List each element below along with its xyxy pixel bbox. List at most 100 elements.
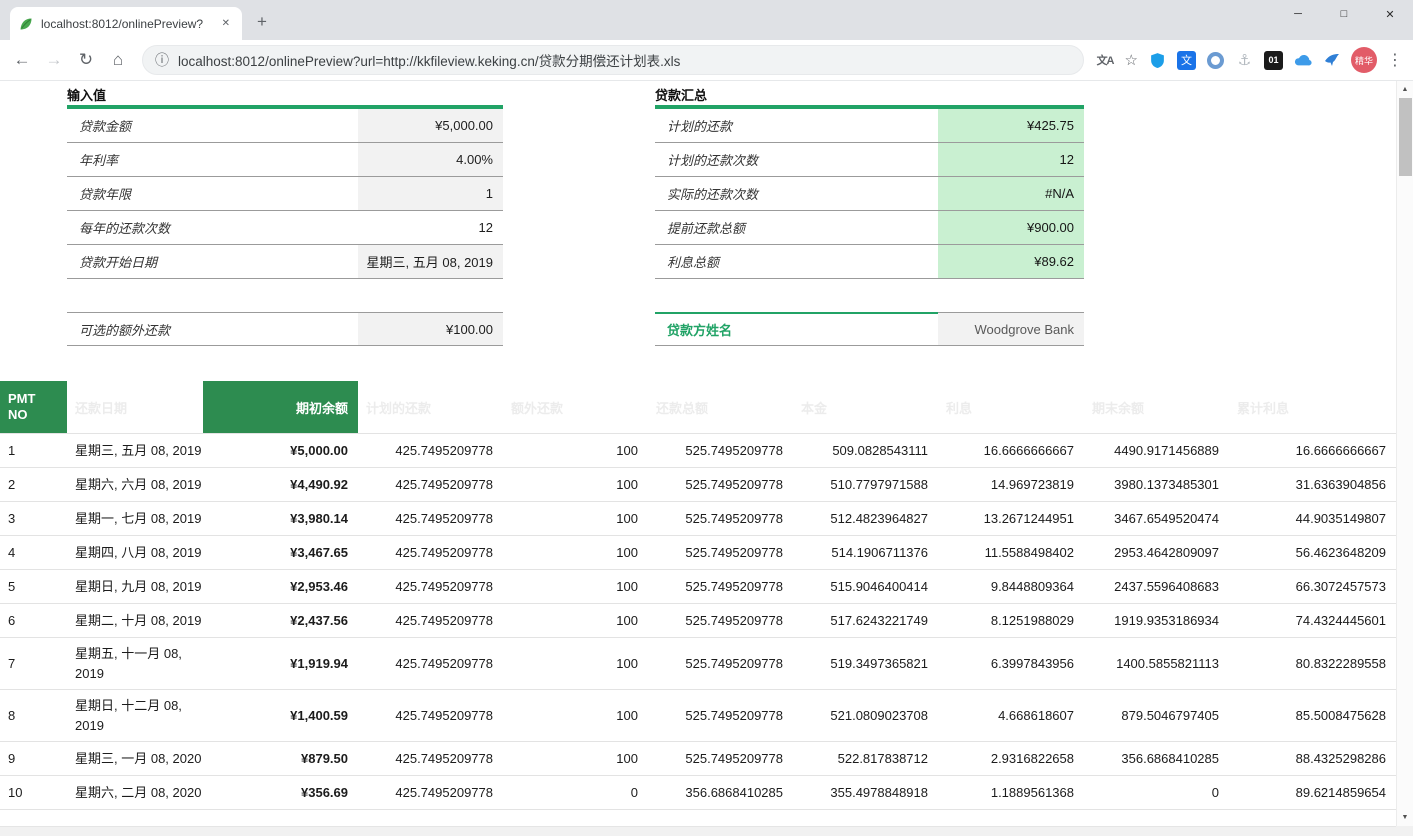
cell-principal: 519.3497365821 [793,650,938,677]
forward-icon[interactable]: → [40,46,68,74]
profile-avatar[interactable]: 精华 [1351,47,1377,73]
cell-cumulative-interest: 66.3072457573 [1229,573,1396,600]
summary-rows: 计划的还款 ¥425.75 计划的还款次数 12 实际的还款次数 #N/A [655,109,1084,279]
input-rows: 贷款金额 ¥5,000.00 年利率 4.00% 贷款年限 1 [67,109,503,279]
kkfileview-leaf-icon [18,16,34,32]
back-icon[interactable]: ← [8,46,36,74]
cell-interest: 9.8448809364 [938,573,1084,600]
cell-total-payment: 525.7495209778 [648,505,793,532]
cell-payment-date: 星期五, 十一月 08, 2019 [67,638,203,689]
menu-kebab-icon[interactable]: ⋮ [1387,50,1403,70]
extra-payment-label: 可选的额外还款 [67,313,358,345]
summary-value: ¥425.75 [938,109,1084,142]
cell-pmt-no: 1 [0,437,67,464]
summary-label: 提前还款总额 [655,211,938,244]
vertical-scrollbar[interactable]: ▲ ▼ [1396,81,1413,826]
cell-principal: 517.6243221749 [793,607,938,634]
summary-value: #N/A [938,177,1084,210]
cell-payment-date: 星期三, 五月 08, 2019 [67,435,203,467]
badge-extension-icon[interactable]: 01 [1264,51,1283,70]
cell-principal: 509.0828543111 [793,437,938,464]
scroll-up-icon[interactable]: ▲ [1397,81,1413,98]
cell-principal: 510.7797971588 [793,471,938,498]
window-close-button[interactable]: ✕ [1367,0,1413,28]
input-value: 12 [358,211,503,244]
table-row: 5 星期日, 九月 08, 2019 ¥2,953.46 425.7495209… [0,570,1396,604]
table-row: 1 星期三, 五月 08, 2019 ¥5,000.00 425.7495209… [0,434,1396,468]
input-row: 每年的还款次数 12 [67,211,503,245]
input-row: 年利率 4.00% [67,143,503,177]
tab-title: localhost:8012/onlinePreview? [41,17,211,31]
shield-extension-icon[interactable] [1148,51,1167,70]
input-row: 贷款年限 1 [67,177,503,211]
input-row: 贷款开始日期 星期三, 五月 08, 2019 [67,245,503,279]
cell-beginning-balance: ¥1,400.59 [203,702,358,729]
vertical-scrollbar-thumb[interactable] [1399,98,1412,176]
cell-total-payment: 356.6868410285 [648,779,793,806]
cell-extra-payment: 100 [503,573,648,600]
cell-beginning-balance: ¥2,953.46 [203,573,358,600]
page-info-icon[interactable]: ⓘ [155,50,169,70]
input-row: 贷款金额 ¥5,000.00 [67,109,503,143]
new-tab-button[interactable]: + [248,8,276,36]
anchor-extension-icon[interactable]: ⚓ [1235,51,1254,70]
cloud-extension-icon[interactable] [1293,51,1312,70]
minimize-button[interactable]: ─ [1275,0,1321,28]
home-icon[interactable]: ⌂ [104,46,132,74]
table-header-row: PMT NO 还款日期 期初余额 计划的还款 额外还款 还款总额 本金 利息 期… [0,381,1396,433]
header-principal: 本金 [793,381,938,433]
cell-pmt-no: 4 [0,539,67,566]
cell-extra-payment: 100 [503,437,648,464]
cell-beginning-balance: ¥2,437.56 [203,607,358,634]
cell-scheduled-payment: 425.7495209778 [358,437,503,464]
table-row: 8 星期日, 十二月 08, 2019 ¥1,400.59 425.749520… [0,690,1396,742]
cell-interest: 11.5588498402 [938,539,1084,566]
translate-icon[interactable]: 文A [1096,51,1115,70]
summary-label: 计划的还款 [655,109,938,142]
tab-close-icon[interactable]: ✕ [218,16,234,31]
scroll-down-icon[interactable]: ▼ [1397,809,1413,826]
summary-value: ¥900.00 [938,211,1084,244]
url-text[interactable]: localhost:8012/onlinePreview?url=http://… [178,50,680,70]
input-value: 1 [358,177,503,210]
summary-row: 计划的还款 ¥425.75 [655,109,1084,143]
cell-ending-balance: 2437.5596408683 [1084,573,1229,600]
translate-extension-icon[interactable]: 文 [1177,51,1196,70]
cell-cumulative-interest: 31.6363904856 [1229,471,1396,498]
table-row: 9 星期三, 一月 08, 2020 ¥879.50 425.749520977… [0,742,1396,776]
scrollbar-corner [1396,826,1413,836]
horizontal-scrollbar[interactable] [0,826,1396,836]
header-ending-balance: 期末余额 [1084,381,1229,433]
table-row: 10 星期六, 二月 08, 2020 ¥356.69 425.74952097… [0,776,1396,810]
cell-scheduled-payment: 425.7495209778 [358,745,503,772]
summary-section: 贷款汇总 计划的还款 ¥425.75 计划的还款次数 12 [655,85,1084,346]
spreadsheet-preview: 输入值 贷款金额 ¥5,000.00 年利率 4.00% [0,81,1396,826]
cell-cumulative-interest: 16.6666666667 [1229,437,1396,464]
address-bar[interactable]: ⓘ localhost:8012/onlinePreview?url=http:… [142,45,1084,75]
cell-total-payment: 525.7495209778 [648,573,793,600]
summary-label: 利息总额 [655,245,938,278]
input-label: 贷款金额 [67,109,358,142]
cell-principal: 515.9046400414 [793,573,938,600]
cell-pmt-no: 10 [0,779,67,806]
maximize-button[interactable]: □ [1321,0,1367,28]
cell-extra-payment: 100 [503,745,648,772]
circle-extension-icon[interactable] [1206,51,1225,70]
cell-extra-payment: 0 [503,779,648,806]
summary-row: 计划的还款次数 12 [655,143,1084,177]
cell-pmt-no: 5 [0,573,67,600]
bookmark-star-icon[interactable]: ☆ [1125,51,1138,69]
cell-beginning-balance: ¥3,467.65 [203,539,358,566]
browser-tab[interactable]: localhost:8012/onlinePreview? ✕ [10,7,242,40]
refresh-icon[interactable]: ↻ [72,46,100,74]
input-value: ¥5,000.00 [358,109,503,142]
cell-beginning-balance: ¥4,490.92 [203,471,358,498]
cell-ending-balance: 3980.1373485301 [1084,471,1229,498]
header-cumulative-interest: 累计利息 [1229,381,1396,433]
cell-beginning-balance: ¥356.69 [203,779,358,806]
header-interest: 利息 [938,381,1084,433]
bird-extension-icon[interactable] [1322,51,1341,70]
cell-scheduled-payment: 425.7495209778 [358,702,503,729]
cell-ending-balance: 356.6868410285 [1084,745,1229,772]
cell-total-payment: 525.7495209778 [648,607,793,634]
